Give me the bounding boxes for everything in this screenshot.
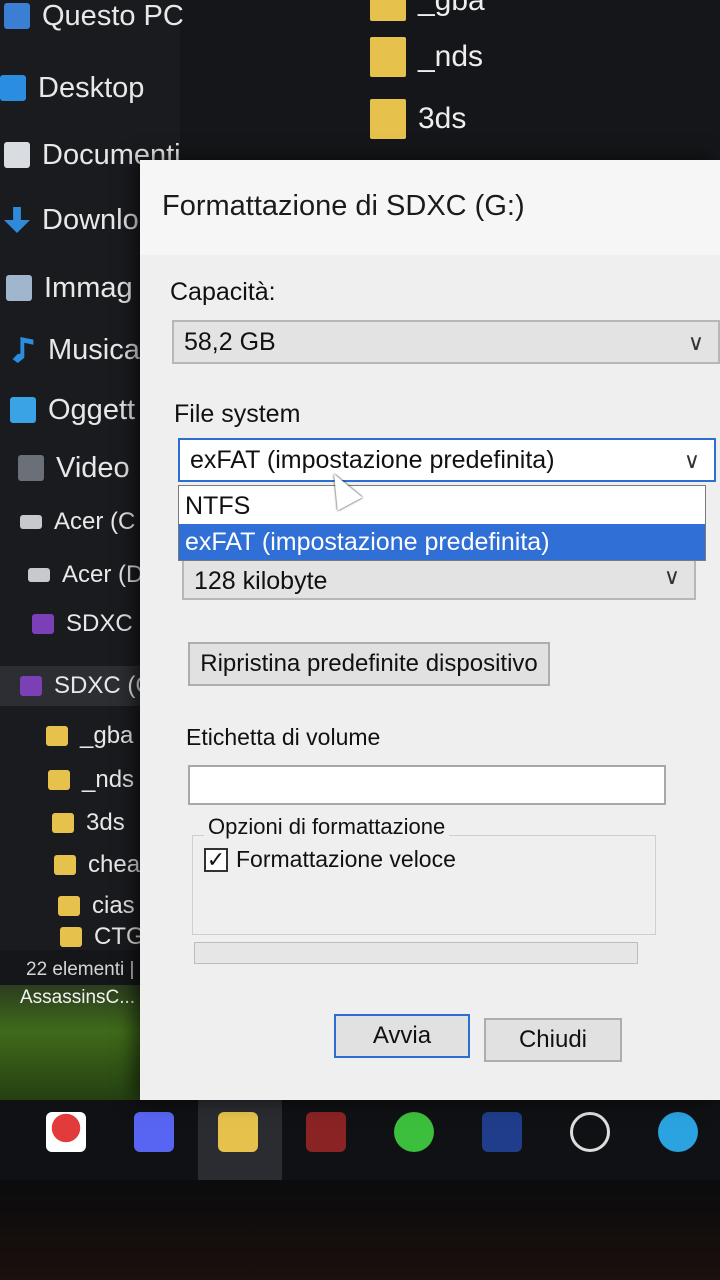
close-button[interactable]: Chiudi: [484, 1018, 622, 1062]
nav-item-drive-c[interactable]: Acer (C: [20, 502, 135, 542]
nav-item-desktop[interactable]: Desktop: [0, 68, 144, 108]
monitor-bezel: [0, 1180, 720, 1280]
file-explorer-icon[interactable]: [218, 1112, 258, 1152]
nav-item-video[interactable]: Video: [18, 448, 130, 488]
nav-item-drive-d[interactable]: Acer (D: [28, 555, 143, 595]
capacity-label: Capacità:: [170, 278, 276, 306]
nav-item-label: Acer (C: [54, 508, 136, 535]
folder-icon: [54, 855, 76, 875]
file-item-3ds[interactable]: 3ds: [370, 94, 466, 144]
desktop-icon: [0, 75, 26, 101]
computer-icon: [4, 3, 30, 29]
taskbar: [0, 1100, 720, 1180]
format-options-title: Opzioni di formattazione: [204, 814, 450, 840]
nav-item-label: Video: [56, 451, 130, 484]
video-icon: [18, 455, 44, 481]
tree-item-label: _nds: [82, 766, 135, 793]
nav-item-label: Immag: [44, 271, 133, 304]
nav-item-label: Desktop: [38, 71, 145, 104]
folder-icon: [48, 770, 70, 790]
nav-item-label: SDXC (: [66, 610, 148, 637]
dropdown-option-exfat[interactable]: exFAT (impostazione predefinita): [179, 524, 705, 560]
file-item-gba[interactable]: _gba: [370, 0, 485, 26]
tree-item-label: _gba: [80, 722, 134, 749]
nav-item-sdxc[interactable]: SDXC (: [32, 604, 147, 644]
dialog-title: Formattazione di SDXC (G:): [162, 190, 525, 222]
format-progress-bar: [194, 942, 638, 964]
sd-card-icon: [20, 676, 42, 696]
folder-icon: [370, 0, 406, 21]
folder-icon: [46, 726, 68, 746]
music-icon: [12, 337, 34, 363]
dropdown-option-ntfs[interactable]: NTFS: [179, 488, 705, 524]
chevron-down-icon: ∨: [683, 448, 700, 473]
folder-icon: [52, 813, 74, 833]
nav-item-label: Questo PC: [42, 0, 184, 32]
discord-icon[interactable]: [134, 1112, 174, 1152]
file-system-label: File system: [174, 400, 301, 428]
nav-item-label: SDXC (G: [54, 672, 155, 699]
format-dialog: Formattazione di SDXC (G:) Capacità: 58,…: [140, 160, 720, 1100]
item-count: 22 elementi |: [26, 959, 135, 980]
pokeball-outline-icon[interactable]: [570, 1112, 610, 1152]
file-system-value: exFAT (impostazione predefinita): [190, 445, 555, 474]
nav-item-label: Musica: [48, 333, 140, 366]
tree-item-gba[interactable]: _gba: [46, 716, 133, 756]
nav-item-pictures[interactable]: Immag: [6, 268, 133, 308]
nav-item-3d-objects[interactable]: Oggett: [10, 390, 135, 430]
restore-defaults-button[interactable]: Ripristina predefinite dispositivo: [188, 642, 550, 686]
quick-format-label: Formattazione veloce: [236, 846, 456, 872]
telegram-icon[interactable]: [658, 1112, 698, 1152]
file-system-select[interactable]: exFAT (impostazione predefinita) ∨: [178, 438, 716, 482]
3d-objects-icon: [10, 397, 36, 423]
file-item-label: _nds: [418, 40, 484, 73]
nav-item-downloads[interactable]: Downlo: [4, 200, 139, 240]
documents-icon: [4, 142, 30, 168]
volume-label-input[interactable]: [188, 765, 666, 805]
tree-item-cias[interactable]: cias: [58, 886, 135, 926]
folder-icon: [370, 37, 406, 77]
nav-item-label: Oggett: [48, 393, 136, 426]
download-icon: [4, 207, 30, 233]
drive-icon: [20, 515, 42, 529]
chevron-down-icon: ∨: [663, 564, 680, 589]
chevron-down-icon: ∨: [687, 330, 704, 355]
file-item-label: _gba: [418, 0, 485, 17]
folder-icon: [370, 99, 406, 139]
capacity-value: 58,2 GB: [184, 327, 276, 356]
capacity-select[interactable]: 58,2 GB ∨: [172, 320, 720, 364]
file-item-label: 3ds: [418, 102, 467, 135]
tree-item-label: 3ds: [86, 809, 125, 836]
nav-item-label: Downlo: [42, 203, 139, 236]
file-list: _gba _nds 3ds: [360, 0, 720, 170]
sims-plumbob-icon[interactable]: [394, 1112, 434, 1152]
allocation-size-value: 128 kilobyte: [194, 566, 328, 595]
nav-item-this-pc[interactable]: Questo PC: [4, 0, 184, 36]
pokeball-icon[interactable]: [46, 1112, 86, 1152]
sd-card-icon: [32, 614, 54, 634]
pictures-icon: [6, 275, 32, 301]
start-button[interactable]: Avvia: [334, 1014, 470, 1058]
folder-icon: [60, 927, 82, 947]
drive-icon: [28, 568, 50, 582]
tree-item-label: cias: [92, 892, 135, 919]
desktop-item-label: AssassinsC... L: [20, 987, 151, 1008]
quick-format-checkbox[interactable]: ✓: [204, 848, 228, 872]
tree-item-3ds[interactable]: 3ds: [52, 803, 125, 843]
file-item-nds[interactable]: _nds: [370, 32, 483, 82]
nav-item-label: Acer (D: [62, 561, 144, 588]
game-icon[interactable]: [482, 1112, 522, 1152]
nav-item-music[interactable]: Musica: [10, 330, 140, 370]
volume-label-label: Etichetta di volume: [186, 724, 381, 750]
assassins-creed-icon[interactable]: [306, 1112, 346, 1152]
tree-item-nds[interactable]: _nds: [48, 760, 134, 800]
folder-icon: [58, 896, 80, 916]
file-system-dropdown: NTFS exFAT (impostazione predefinita): [178, 485, 706, 561]
